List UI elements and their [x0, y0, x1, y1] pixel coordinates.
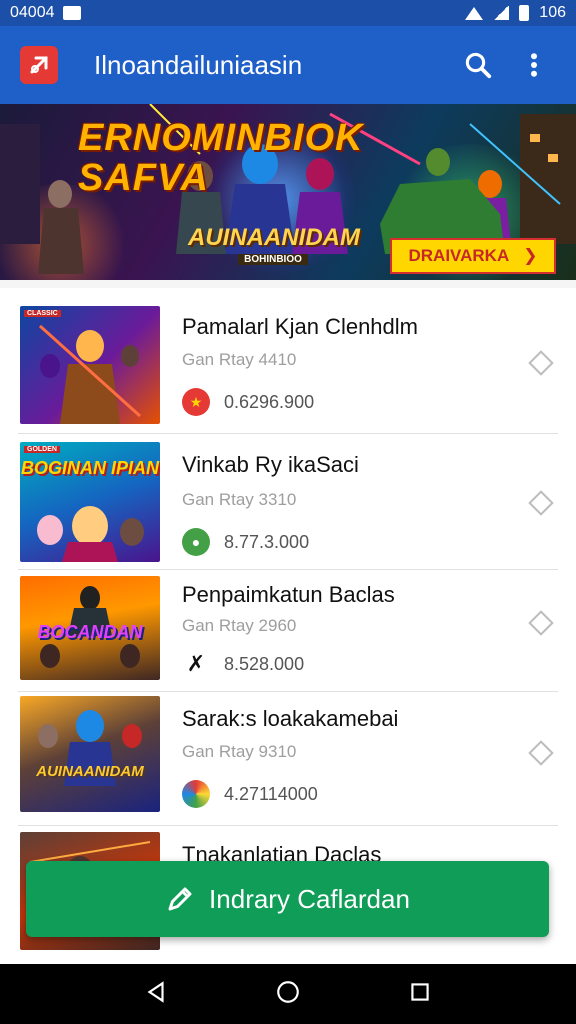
- favorite-icon[interactable]: [528, 740, 554, 766]
- red-emblem-icon: ★: [182, 388, 210, 416]
- item-title: Sarak:s loakakamebai: [182, 706, 399, 731]
- chevron-right-icon: ❯: [523, 246, 538, 265]
- list-item[interactable]: AUINAANIDAM Sarak:s loakakamebai Gan Rta…: [18, 696, 558, 826]
- more-options-button[interactable]: [512, 43, 556, 87]
- back-button[interactable]: [143, 979, 169, 1010]
- search-button[interactable]: [456, 43, 500, 87]
- list-item[interactable]: GOLDEN BOGINAN IPIAN Vinkab Ry ikaSaci G…: [18, 440, 558, 570]
- banner-caption: BOHINBIOO: [238, 254, 308, 265]
- status-extra: 106: [539, 4, 566, 21]
- favorite-icon[interactable]: [528, 350, 554, 376]
- item-value: 0.6296.900: [224, 391, 315, 412]
- game-thumbnail: BOCANDAN: [20, 576, 160, 680]
- item-title: Penpaimkatun Baclas: [182, 582, 395, 607]
- pencil-icon: [168, 887, 192, 911]
- colorful-emblem-icon: [182, 780, 210, 808]
- cross-emblem-icon: ✗: [186, 651, 206, 676]
- game-thumbnail: GOLDEN BOGINAN IPIAN: [20, 442, 160, 562]
- item-title: Pamalarl Kjan Clenhdlm: [182, 314, 418, 339]
- wifi-icon: [465, 6, 484, 20]
- notification-icon: [62, 6, 81, 20]
- list-item[interactable]: CLASSIC Pamalarl Kjan Clenhdlm Gan Rtay …: [18, 306, 558, 434]
- search-icon: [465, 52, 492, 79]
- banner-cta-label: DRAIVARKA: [408, 246, 510, 265]
- app-title: Ilnoandailuniaasin: [94, 49, 303, 80]
- favorite-icon[interactable]: [528, 490, 554, 516]
- app-bar: Ilnoandailuniaasin: [0, 26, 576, 104]
- banner-title: ERNOMINBIOK SAFVA: [78, 117, 364, 199]
- item-value: 8.528.000: [224, 653, 305, 674]
- thumbnail-title: AUINAANIDAM: [36, 763, 144, 780]
- item-value: 8.77.3.000: [224, 531, 310, 552]
- status-bar: 04004 106: [0, 0, 576, 26]
- recents-icon: [411, 982, 429, 1001]
- banner-subtitle: AUINAANIDAM: [188, 224, 360, 251]
- thumbnail-title: BOGINAN IPIAN: [20, 458, 159, 478]
- primary-action-button[interactable]: Indrary Caflardan: [26, 861, 549, 937]
- item-value: 4.27114000: [224, 783, 318, 804]
- battery-icon: [519, 5, 530, 21]
- thumbnail-badge: GOLDEN: [24, 446, 60, 453]
- banner-cta-button[interactable]: DRAIVARKA ❯: [390, 238, 556, 274]
- signal-icon: [493, 6, 510, 20]
- thumbnail-badge: CLASSIC: [24, 310, 61, 317]
- home-button[interactable]: [275, 979, 301, 1010]
- item-subtitle: Gan Rtay 2960: [182, 616, 297, 635]
- primary-action-label: Indrary Caflardan: [209, 883, 410, 914]
- green-emblem-icon: ●: [182, 528, 210, 556]
- home-icon: [277, 980, 299, 1003]
- status-time: 04004: [10, 4, 55, 21]
- game-thumbnail: AUINAANIDAM: [20, 696, 160, 812]
- recents-button[interactable]: [407, 979, 433, 1010]
- back-icon: [147, 980, 164, 1003]
- item-subtitle: Gan Rtay 4410: [182, 350, 297, 369]
- list-item[interactable]: BOCANDAN Penpaimkatun Baclas Gan Rtay 29…: [18, 574, 558, 692]
- favorite-icon[interactable]: [528, 610, 554, 636]
- game-thumbnail: CLASSIC: [20, 306, 160, 424]
- more-vert-icon: [531, 53, 537, 77]
- system-nav-bar: [0, 964, 576, 1024]
- item-subtitle: Gan Rtay 9310: [182, 742, 297, 761]
- item-subtitle: Gan Rtay 3310: [182, 490, 297, 509]
- hero-banner[interactable]: ERNOMINBIOK SAFVA AUINAANIDAM BOHINBIOO …: [0, 104, 576, 280]
- app-logo-icon: [20, 46, 58, 84]
- item-title: Vinkab Ry ikaSaci: [182, 452, 359, 477]
- thumbnail-title: BOCANDAN: [37, 622, 143, 642]
